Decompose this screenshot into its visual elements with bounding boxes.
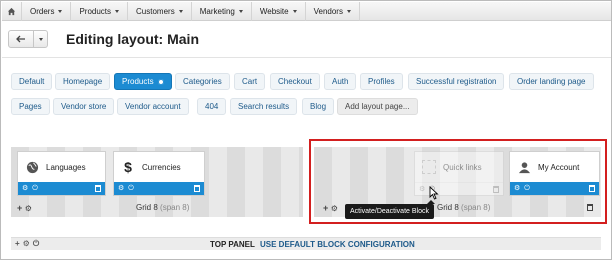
tab-categories[interactable]: Categories [175,73,230,90]
caret-down-icon [238,9,243,13]
block-toolbar: ⚙ ⏻ [114,182,204,195]
home-icon[interactable] [2,1,22,21]
page-title: Editing layout: Main [66,31,199,47]
top-menu: Orders Products Customers Marketing Webs… [2,1,611,21]
menu-orders[interactable]: Orders [22,1,72,21]
menu-products[interactable]: Products [71,1,129,21]
use-default-config-link[interactable]: USE DEFAULT BLOCK CONFIGURATION [260,240,415,249]
tab-404[interactable]: 404 [197,98,227,115]
menu-marketing[interactable]: Marketing [192,1,252,21]
block-title: Currencies [142,162,181,172]
admin-window: Orders Products Customers Marketing Webs… [0,0,612,260]
tab-vendor-account[interactable]: Vendor account [117,98,189,115]
tab-auth[interactable]: Auth [324,73,357,90]
add-icon[interactable]: + [17,203,22,213]
back-button[interactable] [8,30,48,48]
tab-blog[interactable]: Blog [302,98,335,115]
settings-icon[interactable]: ⚙ [23,239,30,249]
tab-cart[interactable]: Cart [234,73,266,90]
block-languages[interactable]: Languages ⚙ ⏻ [17,151,106,196]
menu-customers[interactable]: Customers [128,1,192,21]
caret-down-icon [178,9,183,13]
dollar-icon: $ [124,159,132,175]
tab-checkout[interactable]: Checkout [270,73,320,90]
top-panel-bar: + ⚙ ⏻ TOP PANEL USE DEFAULT BLOCK CONFIG… [11,237,601,250]
power-icon[interactable]: ⏻ [33,239,39,249]
divider [2,57,611,58]
block-title: Languages [46,162,86,172]
trash-icon[interactable] [95,185,101,192]
back-dropdown-toggle[interactable] [34,31,47,47]
tab-order-landing-page[interactable]: Order landing page [509,73,594,90]
trash-icon[interactable] [194,185,200,192]
globe-icon [25,160,39,174]
power-icon[interactable]: ⏻ [32,185,38,192]
grid-label: Grid 8 (span 8) [136,203,190,212]
tab-successful-registration[interactable]: Successful registration [408,73,505,90]
menu-vendors[interactable]: Vendors [306,1,360,21]
block-toolbar: ⚙ ⏻ [18,182,105,195]
tab-search-results[interactable]: Search results [230,98,298,115]
settings-icon[interactable]: ⚙ [118,185,124,192]
tab-vendor-store[interactable]: Vendor store [53,98,115,115]
block-currencies[interactable]: $ Currencies ⚙ ⏻ [113,151,205,196]
settings-icon[interactable]: ⚙ [22,185,28,192]
caret-down-icon [292,9,297,13]
panel-controls: + ⚙ ⏻ [11,239,39,249]
gear-icon[interactable] [157,78,164,85]
power-icon[interactable]: ⏻ [128,185,134,192]
tab-default[interactable]: Default [11,73,53,90]
panel-title: TOP PANEL USE DEFAULT BLOCK CONFIGURATIO… [210,239,415,249]
menu-website[interactable]: Website [252,1,306,21]
caret-down-icon [38,37,43,41]
back-arrow-icon[interactable] [9,31,34,47]
caret-down-icon [115,9,120,13]
tab-profiles[interactable]: Profiles [360,73,403,90]
add-layout-page-button[interactable]: Add layout page... [337,98,418,115]
tab-pages[interactable]: Pages [11,98,50,115]
settings-icon[interactable]: ⚙ [25,204,32,213]
caret-down-icon [346,9,351,13]
tooltip: Activate/Deactivate Block [345,200,435,219]
caret-down-icon [58,9,63,13]
tab-homepage[interactable]: Homepage [55,73,111,90]
mouse-pointer-icon [429,185,439,202]
add-icon[interactable]: + [15,239,20,249]
grid-controls: + ⚙ [17,203,32,213]
tab-products[interactable]: Products [114,73,172,90]
